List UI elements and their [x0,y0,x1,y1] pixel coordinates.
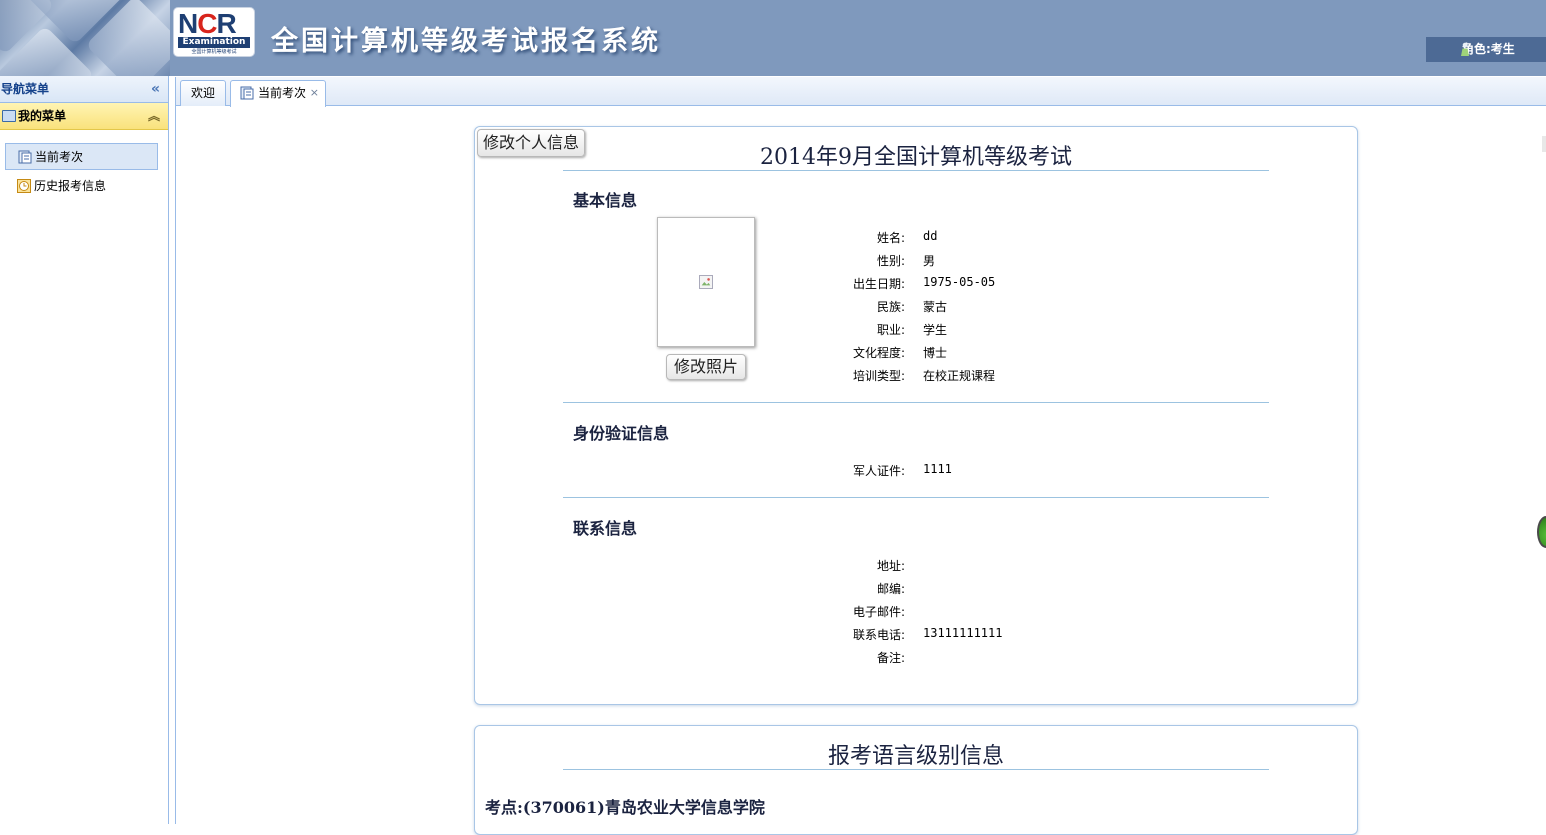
field-value: 男 [923,254,936,268]
computer-icon [2,110,16,122]
sidebar-header: 导航菜单 « [0,76,168,103]
tab-label: 欢迎 [190,86,215,100]
field-ethnicity: 民族: 蒙古 [775,298,1275,318]
tab-bar: 欢迎 当前考次 × [175,77,1546,107]
sidebar-item-label: 历史报考信息 [34,179,107,193]
field-label: 地址: [876,559,905,573]
basic-info-heading: 基本信息 [573,191,638,210]
field-label: 出生日期: [852,277,905,291]
section-divider [563,497,1269,498]
field-label: 性别: [876,254,905,268]
user-icon [1461,42,1469,56]
menu-section-header[interactable]: 我的菜单 ︽ [0,103,168,130]
content-divider [175,106,176,824]
language-level-panel: 报考语言级别信息 考点:(370061)青岛农业大学信息学院 [474,725,1358,835]
document-icon [240,86,254,100]
tab-label: 当前考次 [258,86,307,100]
field-value: 13111111111 [923,626,1003,640]
document-icon [18,150,32,164]
scroll-edge [1542,136,1546,152]
exam-site: 考点:(370061)青岛农业大学信息学院 [485,798,765,817]
language-level-title: 报考语言级别信息 [563,738,1269,770]
field-email: 电子邮件: [775,603,1275,623]
menu-section-title: 我的菜单 [18,109,67,123]
sidebar-item-current-exam[interactable]: 当前考次 [5,143,158,170]
floating-widget-icon[interactable] [1537,516,1546,548]
exam-info-panel: 修改个人信息 2014年9月全国计算机等级考试 基本信息 修改照片 姓名: dd… [474,126,1358,705]
system-title: 全国计算机等级考试报名系统 [271,26,661,57]
edit-photo-button[interactable]: 修改照片 [666,354,746,380]
sidebar: 导航菜单 « 我的菜单 ︽ 当前考次 历史报考信息 [0,76,169,824]
sidebar-item-history[interactable]: 历史报考信息 [5,173,158,200]
app-header: NCR Examination 全国计算机等级考试 全国计算机等级考试报名系统 … [0,0,1546,76]
section-divider [563,402,1269,403]
collapse-left-icon[interactable]: « [151,76,160,103]
logo-examination: Examination [178,37,250,48]
field-label: 民族: [876,300,905,314]
sidebar-item-label: 当前考次 [35,150,84,164]
field-name: 姓名: dd [775,229,1275,249]
field-label: 职业: [876,323,905,337]
field-value: 1975-05-05 [923,275,996,289]
field-value: dd [923,229,938,243]
clock-icon [17,179,31,193]
photo-frame [657,217,755,347]
field-value: 博士 [923,346,948,360]
field-label: 联系电话: [852,628,905,642]
field-military-id: 军人证件: 1111 [775,462,1275,482]
field-address: 地址: [775,557,1275,577]
tab-current-exam[interactable]: 当前考次 × [230,80,326,107]
field-value: 1111 [923,462,952,476]
exam-title: 2014年9月全国计算机等级考试 [563,139,1269,171]
logo-mark: NCR [178,8,237,39]
field-postcode: 邮编: [775,580,1275,600]
field-gender: 性别: 男 [775,252,1275,272]
role-indicator: 角色:考生 [1426,37,1546,62]
field-remarks: 备注: [775,649,1275,669]
ncre-logo: NCR Examination 全国计算机等级考试 [173,7,255,57]
sidebar-title: 导航菜单 [1,82,50,96]
field-phone: 联系电话: 13111111111 [775,626,1275,646]
field-label: 军人证件: [852,464,905,478]
field-training-type: 培训类型: 在校正规课程 [775,367,1275,387]
logo-caption: 全国计算机等级考试 [191,49,237,55]
field-birthdate: 出生日期: 1975-05-05 [775,275,1275,295]
field-label: 电子邮件: [852,605,905,619]
field-label: 邮编: [876,582,905,596]
field-value: 学生 [923,323,948,337]
collapse-up-icon[interactable]: ︽ [148,103,160,130]
field-label: 备注: [876,651,905,665]
header-decoration [0,0,170,76]
broken-image-icon [699,275,713,289]
field-occupation: 职业: 学生 [775,321,1275,341]
close-icon[interactable]: × [310,81,319,105]
field-label: 文化程度: [852,346,905,360]
contact-heading: 联系信息 [573,519,638,538]
identity-heading: 身份验证信息 [573,424,670,443]
field-value: 蒙古 [923,300,948,314]
field-education: 文化程度: 博士 [775,344,1275,364]
field-value: 在校正规课程 [923,369,996,383]
field-label: 姓名: [876,231,905,245]
tab-welcome[interactable]: 欢迎 [180,80,226,106]
field-label: 培训类型: [852,369,905,383]
